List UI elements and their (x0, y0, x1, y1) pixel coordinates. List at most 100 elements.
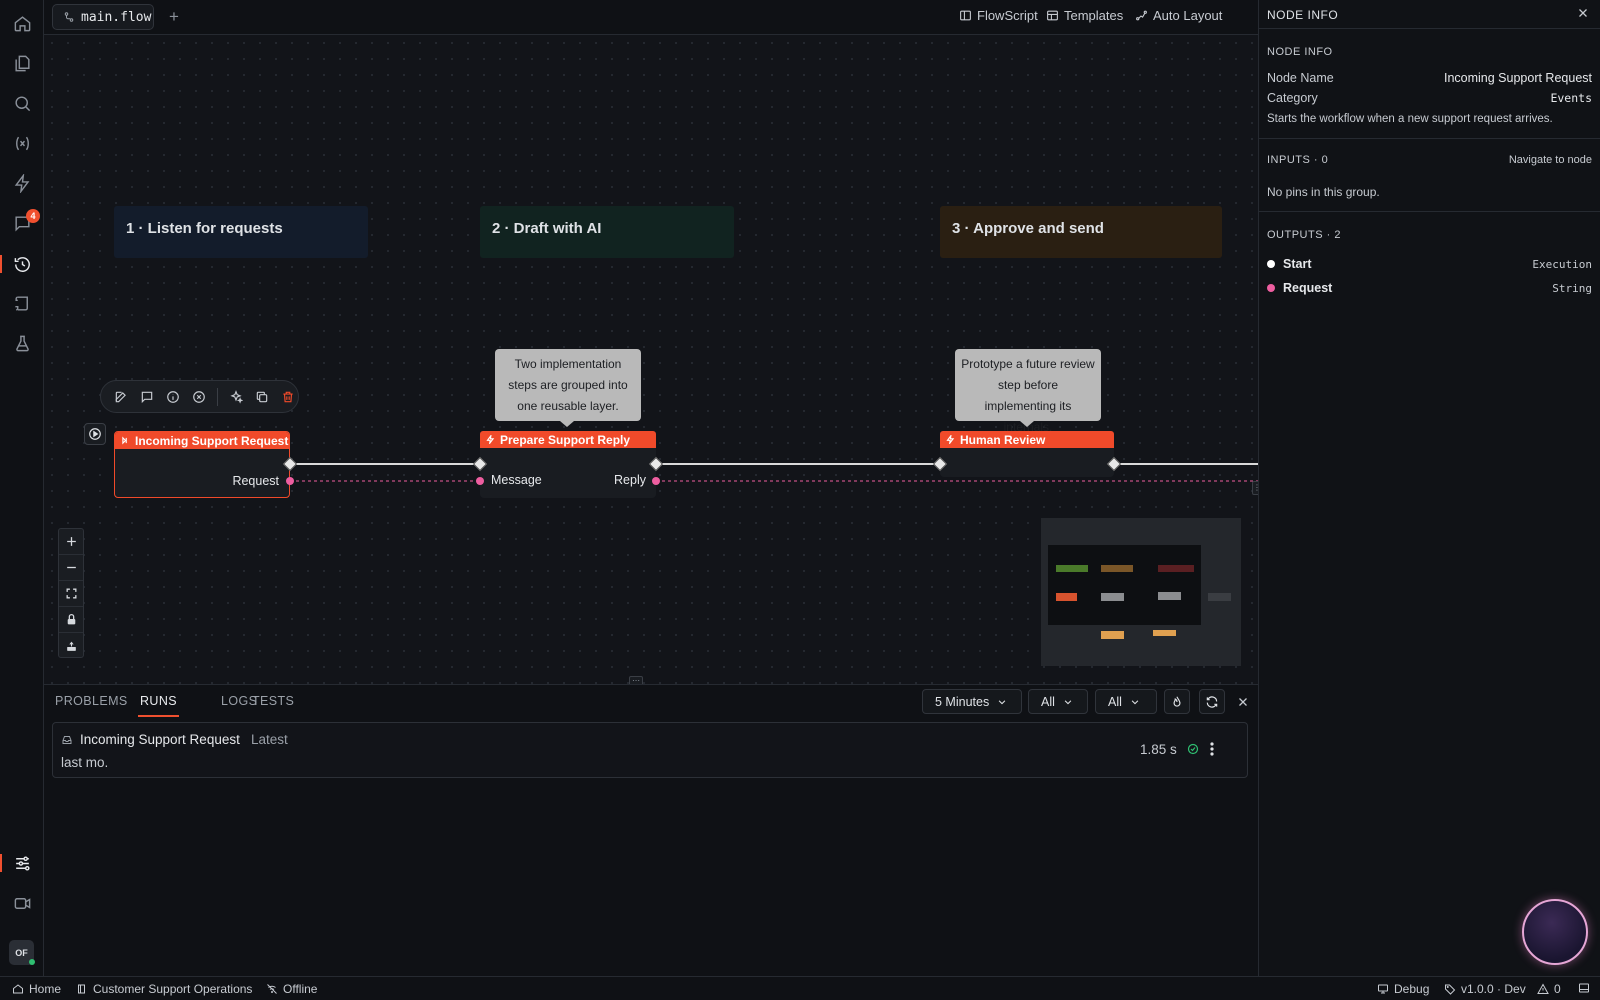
record-button[interactable] (0, 885, 44, 921)
status-network[interactable]: Offline (266, 982, 317, 996)
minimap-node (1208, 593, 1231, 601)
auto-layout-button[interactable]: Auto Layout (1135, 8, 1222, 23)
node-prepare-support-reply[interactable]: Prepare Support Reply Message Reply (480, 431, 656, 498)
export-button[interactable] (59, 633, 83, 659)
history-button[interactable] (0, 246, 44, 282)
field-label: Node Name (1267, 71, 1334, 85)
status-project[interactable]: Customer Support Operations (76, 982, 252, 996)
flask-icon (15, 335, 29, 351)
status-warnings-count: 0 (1554, 982, 1561, 996)
status-home[interactable]: Home (12, 982, 61, 996)
input-pin-message[interactable] (476, 477, 484, 485)
chat-button[interactable]: 4 (0, 205, 44, 241)
divider (1259, 28, 1600, 29)
divider (1259, 138, 1600, 139)
minimap[interactable] (1041, 518, 1241, 666)
time-range-value: 5 Minutes (935, 694, 990, 709)
node-info-button[interactable] (163, 387, 183, 407)
file-tab-label: main.flow (81, 9, 152, 25)
flowscript-button[interactable]: FlowScript (959, 8, 1038, 23)
minimap-node (1153, 630, 1176, 636)
disable-node-button[interactable] (189, 387, 209, 407)
run-list-item[interactable]: Incoming Support Request Latest last mo.… (52, 722, 1248, 778)
refresh-button[interactable] (1199, 689, 1225, 714)
comment-bubble[interactable]: Prototype a future review step before im… (955, 349, 1101, 434)
templates-button[interactable]: Templates (1046, 8, 1123, 23)
delete-node-button[interactable] (278, 387, 298, 407)
assistant-orb-button[interactable] (1522, 899, 1588, 965)
pin-name: Request (1283, 281, 1333, 295)
inputs-header-row: INPUTS · 0 Navigate to node (1267, 154, 1592, 166)
event-icon (122, 436, 127, 445)
status-panel-toggle[interactable] (1578, 982, 1590, 994)
run-duration: 1.85 s (1140, 742, 1177, 757)
filter-select-1[interactable]: All (1028, 689, 1088, 714)
warning-icon (1537, 983, 1549, 994)
file-tab-main[interactable]: main.flow (52, 4, 154, 30)
docs-button[interactable] (0, 285, 44, 321)
divider (1259, 211, 1600, 212)
zoom-out-button[interactable] (59, 555, 83, 581)
status-debug[interactable]: Debug (1377, 982, 1429, 996)
home-button[interactable] (0, 5, 44, 41)
tag-icon (1445, 984, 1456, 995)
comment-node-button[interactable] (137, 387, 157, 407)
search-icon (14, 95, 30, 111)
time-range-select[interactable]: 5 Minutes (922, 689, 1022, 714)
zoom-in-button[interactable] (59, 529, 83, 555)
tab-tests[interactable]: TESTS (252, 685, 294, 717)
new-tab-button[interactable]: + (164, 7, 184, 27)
success-check-icon (1187, 743, 1199, 755)
tab-runs[interactable]: RUNS (137, 685, 180, 717)
status-debug-label: Debug (1394, 982, 1430, 996)
run-tag: Latest (251, 732, 288, 747)
tab-problems[interactable]: PROBLEMS (55, 685, 128, 717)
category-row: Category Events (1267, 91, 1592, 105)
edit-node-button[interactable] (111, 387, 131, 407)
close-panel-button[interactable] (1234, 693, 1252, 711)
status-version[interactable]: v1.0.0 · Dev (1444, 982, 1526, 996)
plus-icon (66, 537, 76, 546)
refresh-icon (1206, 695, 1218, 708)
pin-type: String (1552, 281, 1592, 295)
output-pin-request[interactable] (286, 477, 294, 485)
search-button[interactable] (0, 85, 44, 121)
node-incoming-support-request[interactable]: Incoming Support Request Request (114, 431, 290, 498)
inbox-icon (62, 736, 72, 744)
node-human-review[interactable]: Human Review (940, 431, 1114, 477)
status-home-label: Home (29, 982, 62, 996)
settings-sliders-button[interactable] (0, 845, 44, 881)
output-pin-row[interactable]: Start Execution (1267, 257, 1592, 271)
pin-label: Request (232, 474, 279, 488)
node-toolbar (100, 380, 299, 413)
output-pin-reply[interactable] (652, 477, 660, 485)
events-button[interactable] (0, 165, 44, 201)
output-pin-row[interactable]: Request String (1267, 281, 1592, 295)
close-circle-icon (193, 390, 205, 403)
sparkle-icon (230, 389, 243, 404)
filter-select-2[interactable]: All (1095, 689, 1157, 714)
duplicate-node-button[interactable] (252, 387, 272, 407)
run-menu-button[interactable] (1205, 740, 1219, 758)
minimap-viewport[interactable] (1048, 545, 1201, 625)
files-button[interactable] (0, 45, 44, 81)
node-title: Human Review (960, 432, 1046, 447)
tests-lab-button[interactable] (0, 325, 44, 361)
node-header: Human Review (940, 431, 1114, 448)
status-warnings[interactable]: 0 (1537, 982, 1561, 996)
navigate-to-node-link[interactable]: Navigate to node (1509, 154, 1592, 166)
ai-assist-button[interactable] (226, 387, 246, 407)
run-node-button[interactable] (84, 423, 106, 445)
hot-reload-button[interactable] (1164, 689, 1190, 714)
upload-tray-icon (66, 641, 76, 651)
top-bar: main.flow + FlowScript Templates Auto La… (44, 0, 1258, 35)
minimap-node (1158, 565, 1194, 572)
comment-bubble[interactable]: Two implementation steps are grouped int… (495, 349, 641, 427)
history-icon (14, 256, 30, 272)
variables-button[interactable] (0, 125, 44, 161)
fit-view-button[interactable] (59, 581, 83, 607)
flow-canvas[interactable]: 1 · Listen for requests 2 · Draft with A… (44, 35, 1258, 684)
close-panel-button[interactable] (1577, 7, 1591, 21)
lock-canvas-button[interactable] (59, 607, 83, 633)
bottom-resize-handle[interactable]: ⋯ (629, 676, 643, 684)
